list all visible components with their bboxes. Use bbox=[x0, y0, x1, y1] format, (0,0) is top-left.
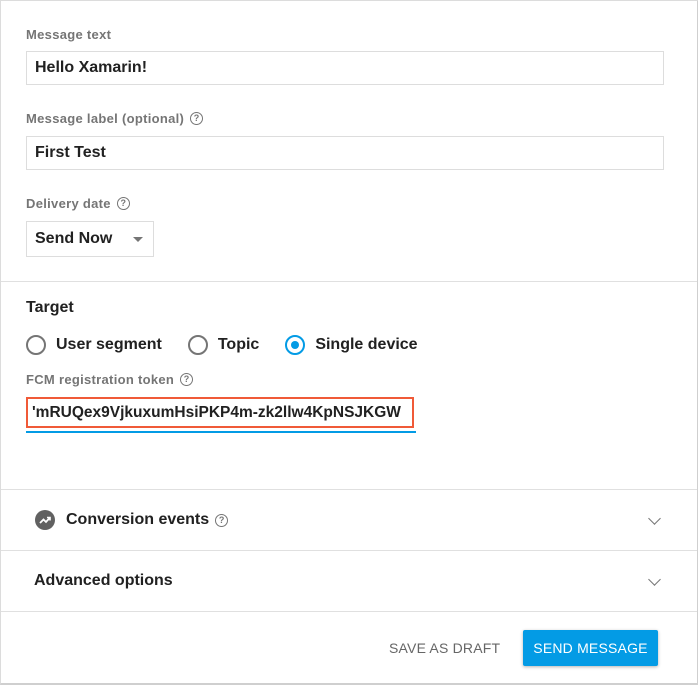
message-text-value: Hello Xamarin! bbox=[35, 59, 148, 76]
message-label-input[interactable]: First Test bbox=[26, 136, 664, 170]
radio-unchecked-icon bbox=[26, 335, 46, 355]
target-radio-group: User segment Topic Single device bbox=[26, 335, 444, 355]
fcm-token-label: FCM registration token ? bbox=[26, 372, 194, 387]
delivery-date-select[interactable]: Send Now bbox=[26, 221, 154, 257]
send-message-button[interactable]: SEND MESSAGE bbox=[523, 630, 658, 666]
message-text-input[interactable]: Hello Xamarin! bbox=[26, 51, 664, 85]
radio-topic[interactable]: Topic bbox=[187, 335, 260, 355]
dropdown-arrow-icon bbox=[133, 236, 143, 242]
fcm-token-label-text: FCM registration token bbox=[26, 372, 175, 387]
advanced-options-section[interactable]: Advanced options bbox=[1, 551, 697, 612]
chevron-down-icon[interactable] bbox=[648, 512, 661, 525]
chevron-down-icon[interactable] bbox=[648, 573, 661, 586]
radio-user-segment[interactable]: User segment bbox=[26, 335, 162, 355]
conversion-events-title: Conversion events bbox=[66, 511, 210, 528]
radio-user-segment-label: User segment bbox=[56, 336, 162, 353]
advanced-options-title: Advanced options bbox=[34, 572, 173, 589]
message-label-label: Message label (optional) ? bbox=[26, 111, 204, 126]
compose-message-card: Message text Hello Xamarin! Message labe… bbox=[0, 0, 698, 685]
fcm-token-value: 'mRUQex9VjkuxumHsiPKP4m-zk2llw4KpNSJKGW bbox=[32, 403, 401, 421]
radio-topic-label: Topic bbox=[217, 336, 260, 353]
save-as-draft-button[interactable]: SAVE AS DRAFT bbox=[375, 630, 514, 666]
compose-section: Message text Hello Xamarin! Message labe… bbox=[1, 1, 697, 282]
radio-single-device-label: Single device bbox=[315, 336, 418, 353]
help-circle-icon[interactable]: ? bbox=[116, 197, 130, 210]
fcm-token-field[interactable]: 'mRUQex9VjkuxumHsiPKP4m-zk2llw4KpNSJKGW bbox=[26, 397, 416, 433]
fcm-token-input[interactable]: 'mRUQex9VjkuxumHsiPKP4m-zk2llw4KpNSJKGW bbox=[26, 397, 414, 428]
radio-unchecked-icon bbox=[187, 335, 208, 355]
delivery-date-value: Send Now bbox=[35, 230, 113, 247]
trending-up-icon bbox=[35, 510, 55, 530]
help-circle-icon[interactable]: ? bbox=[180, 373, 194, 386]
message-text-label-text: Message text bbox=[26, 27, 112, 42]
help-circle-icon[interactable]: ? bbox=[215, 513, 229, 527]
target-heading: Target bbox=[26, 299, 74, 316]
help-circle-icon[interactable]: ? bbox=[190, 112, 204, 125]
message-text-label: Message text bbox=[26, 27, 111, 42]
message-label-value: First Test bbox=[35, 144, 106, 161]
conversion-events-section[interactable]: Conversion events ? bbox=[1, 490, 697, 551]
radio-checked-icon bbox=[285, 335, 306, 355]
radio-single-device[interactable]: Single device bbox=[285, 335, 418, 355]
delivery-date-label-text: Delivery date bbox=[26, 196, 111, 211]
delivery-date-label: Delivery date ? bbox=[26, 196, 130, 211]
message-label-label-text: Message label (optional) bbox=[26, 111, 185, 126]
